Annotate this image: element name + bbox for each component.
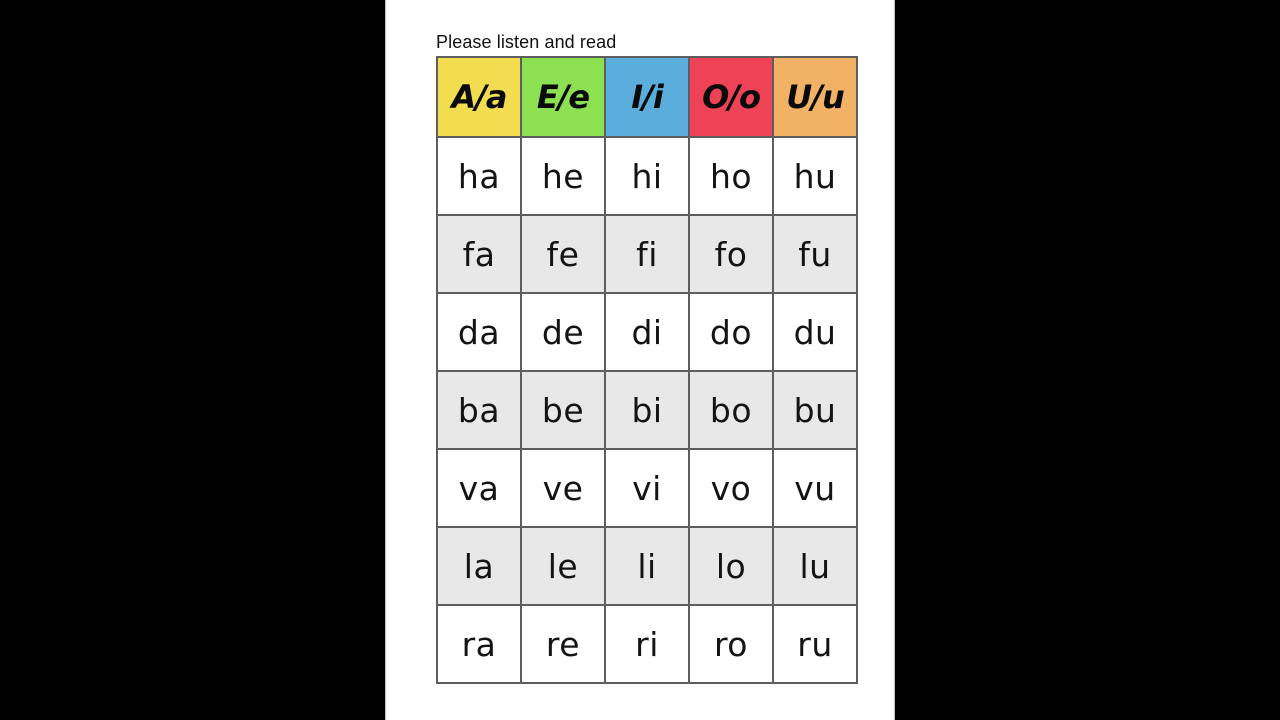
syllable-cell: de: [520, 292, 606, 372]
column-header-o: O/o: [688, 56, 774, 138]
syllable-cell: bu: [772, 370, 858, 450]
syllable-cell: do: [688, 292, 774, 372]
column-header-u: U/u: [772, 56, 858, 138]
syllable-cell: ha: [436, 136, 522, 216]
syllable-table: A/a E/e I/i O/o U/u ha he hi ho hu fa fe: [436, 56, 858, 684]
syllable-cell: fu: [772, 214, 858, 294]
table-header-row: A/a E/e I/i O/o U/u: [436, 56, 858, 138]
syllable-cell: li: [604, 526, 690, 606]
syllable-cell: la: [436, 526, 522, 606]
syllable-cell: bo: [688, 370, 774, 450]
syllable-cell: ri: [604, 604, 690, 684]
table-row: la le li lo lu: [436, 526, 858, 606]
syllable-cell: ru: [772, 604, 858, 684]
column-header-a: A/a: [436, 56, 522, 138]
syllable-cell: vo: [688, 448, 774, 528]
table-row: ha he hi ho hu: [436, 136, 858, 216]
syllable-cell: fi: [604, 214, 690, 294]
instruction-text: Please listen and read: [436, 32, 617, 52]
slide-screen: Please listen and read A/a E/e I/i O/o U…: [0, 0, 1280, 720]
syllable-cell: re: [520, 604, 606, 684]
syllable-cell: hu: [772, 136, 858, 216]
syllable-cell: di: [604, 292, 690, 372]
syllable-cell: be: [520, 370, 606, 450]
table-row: da de di do du: [436, 292, 858, 372]
syllable-cell: bi: [604, 370, 690, 450]
table-row: ba be bi bo bu: [436, 370, 858, 450]
table-header: A/a E/e I/i O/o U/u: [436, 56, 858, 138]
syllable-cell: he: [520, 136, 606, 216]
syllable-cell: fo: [688, 214, 774, 294]
syllable-cell: ve: [520, 448, 606, 528]
syllable-cell: fa: [436, 214, 522, 294]
syllable-cell: da: [436, 292, 522, 372]
syllable-cell: ho: [688, 136, 774, 216]
syllable-cell: ro: [688, 604, 774, 684]
slide-page: Please listen and read A/a E/e I/i O/o U…: [385, 0, 895, 720]
column-header-e: E/e: [520, 56, 606, 138]
syllable-cell: hi: [604, 136, 690, 216]
table-row: fa fe fi fo fu: [436, 214, 858, 294]
syllable-cell: vi: [604, 448, 690, 528]
syllable-cell: vu: [772, 448, 858, 528]
column-header-i: I/i: [604, 56, 690, 138]
syllable-cell: ba: [436, 370, 522, 450]
table-row: ra re ri ro ru: [436, 604, 858, 684]
syllable-cell: va: [436, 448, 522, 528]
syllable-cell: lu: [772, 526, 858, 606]
syllable-cell: le: [520, 526, 606, 606]
table-row: va ve vi vo vu: [436, 448, 858, 528]
syllable-cell: fe: [520, 214, 606, 294]
table-body: ha he hi ho hu fa fe fi fo fu da de di d…: [436, 136, 858, 684]
syllable-cell: du: [772, 292, 858, 372]
syllable-cell: ra: [436, 604, 522, 684]
syllable-cell: lo: [688, 526, 774, 606]
